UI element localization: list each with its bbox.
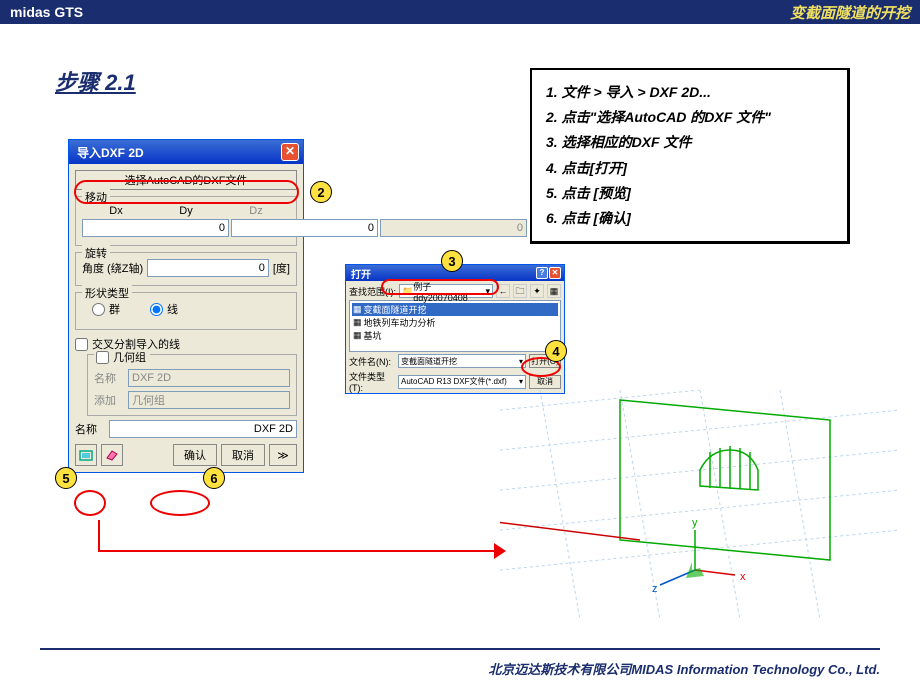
cancel-button[interactable]: 取消	[221, 444, 265, 466]
instruction-line: 1. 文件 > 导入 > DXF 2D...	[546, 80, 833, 105]
dy-label: Dy	[152, 205, 220, 217]
angle-input[interactable]	[147, 259, 269, 277]
chevron-down-icon: ▾	[485, 286, 490, 297]
filetype-label: 文件类型(T):	[349, 370, 395, 393]
highlight-ring	[150, 490, 210, 516]
eraser-icon[interactable]	[101, 444, 123, 466]
preview-icon[interactable]	[75, 444, 97, 466]
name-label: 名称	[75, 421, 105, 437]
list-item[interactable]: ▦地铁列车动力分析	[352, 316, 558, 329]
ok-button[interactable]: 确认	[173, 444, 217, 466]
folder-icon: 📁	[402, 286, 413, 297]
axis-y-label: y	[692, 517, 698, 529]
callout-5: 5	[55, 467, 77, 489]
dx-label: Dx	[82, 205, 150, 217]
dz-label: Dz	[222, 205, 290, 217]
callout-4: 4	[545, 340, 567, 362]
geometry-group: 几何组 名称 添加	[87, 354, 297, 416]
geom-name-input	[128, 369, 290, 387]
3d-viewport: x y z	[500, 390, 900, 620]
radio-line-input[interactable]	[150, 303, 163, 316]
close-icon[interactable]: ✕	[549, 267, 561, 279]
doc-title: 变截面隧道的开挖	[790, 2, 910, 23]
instruction-line: 4. 点击[打开]	[546, 156, 833, 181]
radio-group-input[interactable]	[92, 303, 105, 316]
cancel-button[interactable]: 取消	[529, 375, 561, 389]
filename-input[interactable]: 变截面隧道开挖▾	[398, 354, 526, 368]
radio-group[interactable]: 群	[92, 301, 120, 317]
cross-split-checkbox[interactable]	[75, 338, 88, 351]
rotate-group: 旋转 角度 (绕Z轴) [度]	[75, 252, 297, 286]
chevron-down-icon: ▾	[519, 357, 523, 366]
geom-name-label: 名称	[94, 370, 124, 386]
group-label: 形状类型	[82, 285, 132, 301]
dx-input[interactable]	[82, 219, 229, 237]
list-item[interactable]: ▦基坑	[352, 329, 558, 342]
instruction-line: 3. 选择相应的DXF 文件	[546, 130, 833, 155]
instruction-line: 2. 点击"选择AutoCAD 的DXF 文件"	[546, 105, 833, 130]
move-group: 移动 Dx Dy Dz	[75, 196, 297, 246]
newfolder-icon[interactable]: ✦	[530, 284, 544, 298]
name-input[interactable]	[109, 420, 297, 438]
angle-label: 角度 (绕Z轴)	[82, 260, 143, 276]
group-label: 移动	[82, 189, 110, 205]
arrow-line	[98, 520, 100, 550]
lookin-label: 查找范围(I):	[349, 285, 396, 298]
view-icon[interactable]: ▦	[547, 284, 561, 298]
file-icon: ▦	[353, 330, 362, 341]
footer-rule	[40, 648, 880, 650]
lookin-combo[interactable]: 📁 例子ddy20070408 ▾	[399, 284, 493, 298]
step-title: 步骤 2.1	[55, 65, 136, 97]
angle-unit: [度]	[273, 260, 290, 276]
dialog-title: 导入DXF 2D	[77, 144, 144, 161]
axis-x-label: x	[740, 571, 746, 583]
shape-group: 形状类型 群 线	[75, 292, 297, 330]
select-dxf-button[interactable]: 选择AutoCAD的DXF文件	[75, 170, 297, 190]
dy-input[interactable]	[231, 219, 378, 237]
import-dxf-dialog: 导入DXF 2D ✕ 选择AutoCAD的DXF文件 移动 Dx Dy Dz 旋…	[68, 139, 304, 473]
arrow-button[interactable]: ≫	[269, 444, 297, 466]
geom-add-label: 添加	[94, 392, 124, 408]
instruction-box: 1. 文件 > 导入 > DXF 2D... 2. 点击"选择AutoCAD 的…	[530, 68, 850, 244]
close-icon[interactable]: ✕	[281, 143, 299, 161]
filename-label: 文件名(N):	[349, 355, 395, 368]
footer-text: 北京迈达斯技术有限公司MIDAS Information Technology …	[488, 659, 880, 678]
group-label: 旋转	[82, 245, 110, 261]
file-icon: ▦	[353, 317, 362, 328]
highlight-ring	[74, 490, 106, 516]
axis-z-label: z	[652, 583, 658, 595]
callout-3: 3	[441, 250, 463, 272]
help-icon[interactable]: ?	[536, 267, 548, 279]
dialog-title: 打开	[351, 266, 371, 281]
callout-6: 6	[203, 467, 225, 489]
file-icon: ▦	[353, 304, 362, 315]
dialog-titlebar[interactable]: 导入DXF 2D ✕	[69, 140, 303, 164]
filetype-combo[interactable]: AutoCAD R13 DXF文件(*.dxf)▾	[398, 375, 526, 389]
file-list[interactable]: ▦变截面隧道开挖 ▦地铁列车动力分析 ▦基坑	[349, 300, 561, 352]
page-header: midas GTS 变截面隧道的开挖	[0, 0, 920, 24]
callout-2: 2	[310, 181, 332, 203]
geom-add-input	[128, 391, 290, 409]
instruction-line: 5. 点击 [预览]	[546, 181, 833, 206]
file-open-dialog: 打开 ? ✕ 查找范围(I): 📁 例子ddy20070408 ▾ ← 🗀 ✦ …	[345, 264, 565, 394]
chevron-down-icon: ▾	[519, 377, 523, 386]
app-title: midas GTS	[10, 4, 83, 20]
arrow-head-icon	[494, 543, 506, 559]
instruction-line: 6. 点击 [确认]	[546, 206, 833, 231]
radio-line[interactable]: 线	[150, 301, 178, 317]
list-item[interactable]: ▦变截面隧道开挖	[352, 303, 558, 316]
dz-input	[380, 219, 527, 237]
back-icon[interactable]: ←	[496, 284, 510, 298]
up-icon[interactable]: 🗀	[513, 284, 527, 298]
geom-checkbox[interactable]	[96, 351, 109, 364]
arrow-line	[98, 550, 498, 552]
